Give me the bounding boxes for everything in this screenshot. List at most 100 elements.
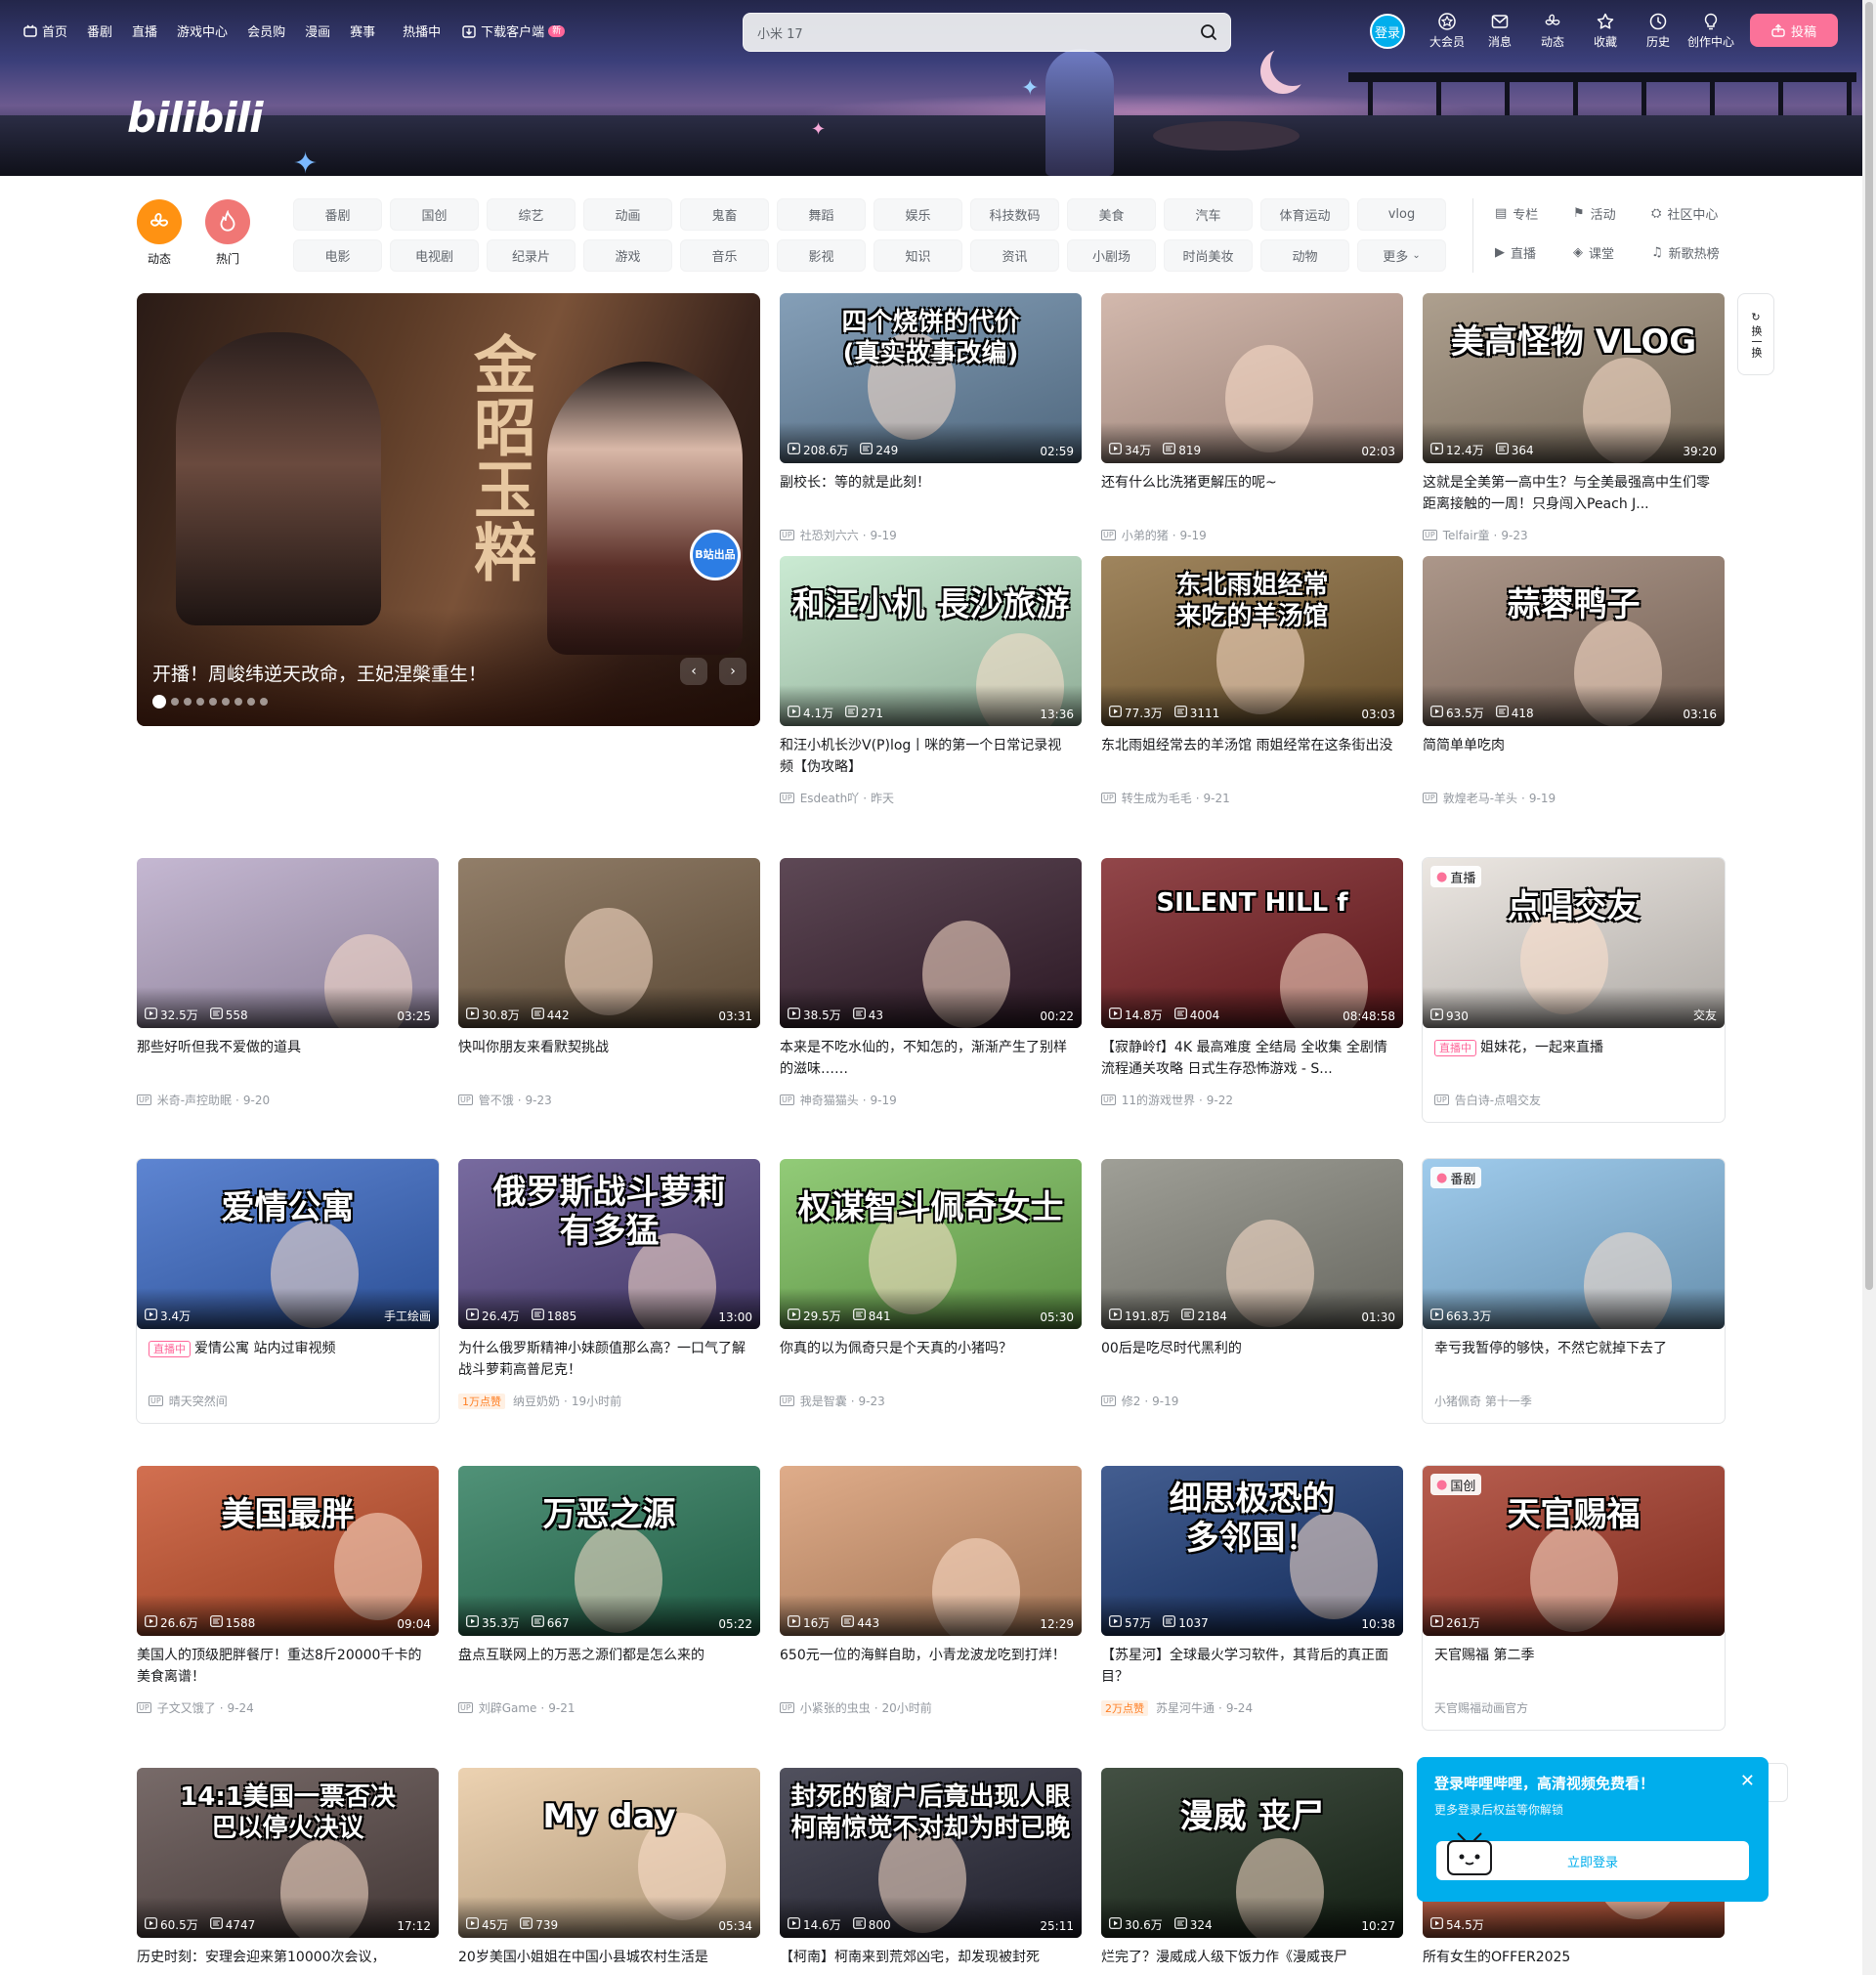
tag-vlog[interactable]: vlog — [1357, 198, 1446, 231]
nav-home[interactable]: 首页 — [23, 21, 67, 40]
video-thumbnail[interactable]: 东北雨姐经常 来吃的羊汤馆 77.3万 3111 03:03 — [1101, 556, 1403, 726]
video-card[interactable]: 32.5万 558 03:25 那些好听但我不爱做的道具 UP 米奇-声控助眠 · 9-20 — [137, 858, 439, 1108]
uploader-name[interactable]: 社恐刘六六 — [800, 527, 859, 543]
tag-game[interactable]: 游戏 — [583, 239, 672, 272]
video-title-row[interactable]: 这就是全美第一高中生？与全美最强高中生们零距离接触的一周！只身闯入Peach J… — [1423, 472, 1725, 515]
video-thumbnail[interactable]: ● 番剧 663.3万 — [1423, 1159, 1725, 1329]
tag-car[interactable]: 汽车 — [1164, 198, 1253, 231]
carousel-dot[interactable] — [209, 698, 217, 706]
tag-film[interactable]: 影视 — [777, 239, 866, 272]
video-card[interactable]: 细思极恐的 多邻国！ 57万 1037 10:38 【苏星河】全球最火学习软件，其背后的… — [1101, 1466, 1403, 1716]
video-title-row[interactable]: 烂完了？漫威成人级下饭力作《漫威丧尸 — [1101, 1947, 1403, 1975]
nav-esports[interactable]: 赛事 — [350, 21, 375, 40]
video-thumbnail[interactable]: 14:1美国一票否决 巴以停火决议 60.5万 4747 17:12 — [137, 1768, 439, 1938]
video-title-row[interactable]: 盘点互联网上的万恶之源们都是怎么来的 — [458, 1645, 760, 1688]
tag-dance[interactable]: 舞蹈 — [777, 198, 866, 231]
tag-movie[interactable]: 电影 — [293, 239, 382, 272]
video-card[interactable]: 美国最胖 26.6万 1588 09:04 美国人的顶级肥胖餐厅！重达8斤20000千卡… — [137, 1466, 439, 1716]
nav-trending[interactable]: 热播中 — [403, 21, 441, 40]
video-thumbnail[interactable]: 和汪小机 長沙旅游 4.1万 271 13:36 — [780, 556, 1082, 726]
video-card[interactable]: 漫威 丧尸 30.6万 324 10:27 烂完了？漫威成人级下饭力作《漫威丧尸 — [1101, 1768, 1403, 1975]
uploader-name[interactable]: 纳豆奶奶 — [513, 1393, 560, 1409]
video-thumbnail[interactable]: 爱情公寓 3.4万 手工绘画 — [137, 1159, 439, 1329]
nav-manga[interactable]: 漫画 — [305, 21, 330, 40]
nav-member-shop[interactable]: 会员购 — [247, 21, 285, 40]
video-card[interactable]: 38.5万 43 00:22 本来是不吃水仙的，不知怎的，渐渐产生了别样的滋味…… UP… — [780, 858, 1082, 1108]
nav-messages[interactable]: 消息 — [1473, 12, 1526, 50]
uploader-name[interactable]: 修2 — [1122, 1393, 1141, 1409]
uploader-name[interactable]: 告白诗-点唱交友 — [1455, 1092, 1541, 1108]
video-title-row[interactable]: 直播中 姐妹花，一起来直播 — [1423, 1037, 1725, 1080]
tag-tv-series[interactable]: 电视剧 — [390, 239, 479, 272]
video-thumbnail[interactable]: 俄罗斯战斗萝莉 有多猛 26.4万 1885 13:00 — [458, 1159, 760, 1329]
tag-animation[interactable]: 动画 — [583, 198, 672, 231]
tag-tech[interactable]: 科技数码 — [970, 198, 1059, 231]
tag-more[interactable]: 更多 ⌄ — [1357, 239, 1446, 272]
video-title-row[interactable]: 副校长：等的就是此刻！ — [780, 472, 1082, 515]
uploader-name[interactable]: 我是智囊 — [800, 1393, 847, 1409]
uploader-name[interactable]: 小紧张的虫虫 — [800, 1699, 871, 1716]
uploader-name[interactable]: Telfair童 — [1443, 527, 1490, 543]
video-title-row[interactable]: 【寂静岭f】4K 最高难度 全结局 全收集 全剧情流程通关攻略 日式生存恐怖游戏… — [1101, 1037, 1403, 1080]
video-card[interactable]: 点唱交友 ● 直播 930 交友 直播中 姐妹花，一起来直播 UP 告白诗-点唱交友 — [1423, 858, 1725, 1122]
uploader-name[interactable]: 刘辟Game — [479, 1699, 537, 1716]
video-card[interactable]: 封死的窗户后竟出现人眼 柯南惊觉不对却为时已晚 14.6万 800 25:11 【柯南】… — [780, 1768, 1082, 1975]
video-card[interactable]: 蒜蓉鸭子 63.5万 418 03:16 简简单单吃肉 UP 敦煌老马-羊头 · 9-19 — [1423, 556, 1725, 806]
link-music-chart[interactable]: ♫ 新歌热榜 — [1651, 240, 1759, 264]
tag-food[interactable]: 美食 — [1067, 198, 1156, 231]
video-thumbnail[interactable]: 封死的窗户后竟出现人眼 柯南惊觉不对却为时已晚 14.6万 800 25:11 — [780, 1768, 1082, 1938]
video-title-row[interactable]: 简简单单吃肉 — [1423, 735, 1725, 778]
video-card[interactable]: 16万 443 12:29 650元一位的海鲜自助，小青龙波龙吃到打烊！ UP 小紧张的虫… — [780, 1466, 1082, 1716]
video-card[interactable]: 爱情公寓 3.4万 手工绘画 直播中 爱情公寓 站内过审视频 UP 晴天突然间 — [137, 1159, 439, 1423]
page-scrollbar[interactable] — [1862, 0, 1876, 1975]
uploader-name[interactable]: 晴天突然间 — [169, 1393, 228, 1409]
search-input[interactable] — [757, 14, 1168, 51]
uploader-name[interactable]: 敦煌老马-羊头 — [1443, 790, 1517, 806]
video-thumbnail[interactable]: 点唱交友 ● 直播 930 交友 — [1423, 858, 1725, 1028]
search-button[interactable] — [1195, 19, 1222, 46]
uploader-name[interactable]: 天官赐福动画官方 — [1434, 1699, 1528, 1716]
carousel-dot[interactable] — [247, 698, 255, 706]
tag-short-drama[interactable]: 小剧场 — [1067, 239, 1156, 272]
uploader-name[interactable]: 管不饿 — [479, 1092, 514, 1108]
tag-knowledge[interactable]: 知识 — [874, 239, 962, 272]
tag-entertainment[interactable]: 娱乐 — [874, 198, 962, 231]
video-thumbnail[interactable]: 天官赐福 ● 国创 261万 — [1423, 1466, 1725, 1636]
video-card[interactable]: ● 番剧 663.3万 幸亏我暂停的够快，不然它就掉下去了 小猪佩奇 第十一季 — [1423, 1159, 1725, 1423]
video-title-row[interactable]: 本来是不吃水仙的，不知怎的，渐渐产生了别样的滋味…… — [780, 1037, 1082, 1080]
nav-vip[interactable]: 大会员 — [1421, 12, 1473, 50]
video-thumbnail[interactable]: 漫威 丧尸 30.6万 324 10:27 — [1101, 1768, 1403, 1938]
video-thumbnail[interactable]: 34万 819 02:03 — [1101, 293, 1403, 463]
channel-dynamic[interactable]: 动态 — [130, 199, 189, 267]
video-card[interactable]: SILENT HILL f 14.8万 4004 08:48:58 【寂静岭f】4K 最… — [1101, 858, 1403, 1108]
tag-music[interactable]: 音乐 — [680, 239, 769, 272]
video-thumbnail[interactable]: 细思极恐的 多邻国！ 57万 1037 10:38 — [1101, 1466, 1403, 1636]
uploader-name[interactable]: 神奇猫猫头 — [800, 1092, 859, 1108]
video-card[interactable]: 天官赐福 ● 国创 261万 天官赐福 第二季 天官赐福动画官方 — [1423, 1466, 1725, 1730]
video-thumbnail[interactable]: 38.5万 43 00:22 — [780, 858, 1082, 1028]
link-activity[interactable]: ⚑ 活动 — [1573, 201, 1651, 225]
tag-news[interactable]: 资讯 — [970, 239, 1059, 272]
nav-dynamics[interactable]: 动态 — [1526, 12, 1579, 50]
carousel-dot[interactable] — [184, 698, 192, 706]
uploader-name[interactable]: 米奇-声控助眠 — [157, 1092, 232, 1108]
nav-creator-center[interactable]: 创作中心 — [1684, 12, 1737, 50]
link-column[interactable]: ▤ 专栏 — [1495, 201, 1573, 225]
tag-kichiku[interactable]: 鬼畜 — [680, 198, 769, 231]
uploader-name[interactable]: 11的游戏世界 — [1122, 1092, 1195, 1108]
carousel-dot[interactable] — [196, 698, 204, 706]
nav-live[interactable]: 直播 — [132, 21, 157, 40]
video-title-row[interactable]: 650元一位的海鲜自助，小青龙波龙吃到打烊！ — [780, 1645, 1082, 1688]
video-title-row[interactable]: 还有什么比洗猪更解压的呢~ — [1101, 472, 1403, 515]
video-title-row[interactable]: 直播中 爱情公寓 站内过审视频 — [137, 1338, 439, 1381]
carousel-dot[interactable] — [222, 698, 230, 706]
video-thumbnail[interactable]: 四个烧饼的代价 (真实故事改编) 208.6万 249 02:59 — [780, 293, 1082, 463]
video-card[interactable]: 和汪小机 長沙旅游 4.1万 271 13:36 和汪小机长沙V(P)log丨咪的第一个… — [780, 556, 1082, 806]
video-thumbnail[interactable]: 16万 443 12:29 — [780, 1466, 1082, 1636]
uploader-name[interactable]: Esdeath吖 — [800, 790, 860, 806]
uploader-name[interactable]: 子文又饿了 — [157, 1699, 216, 1716]
video-title-row[interactable]: 为什么俄罗斯精神小妹颜值那么高？一口气了解战斗萝莉高普尼克！ — [458, 1338, 760, 1381]
carousel-prev-button[interactable]: ‹ — [680, 658, 707, 685]
video-card[interactable]: 东北雨姐经常 来吃的羊汤馆 77.3万 3111 03:03 东北雨姐经常去的羊汤馆 雨… — [1101, 556, 1403, 806]
carousel-dot[interactable] — [152, 695, 166, 708]
